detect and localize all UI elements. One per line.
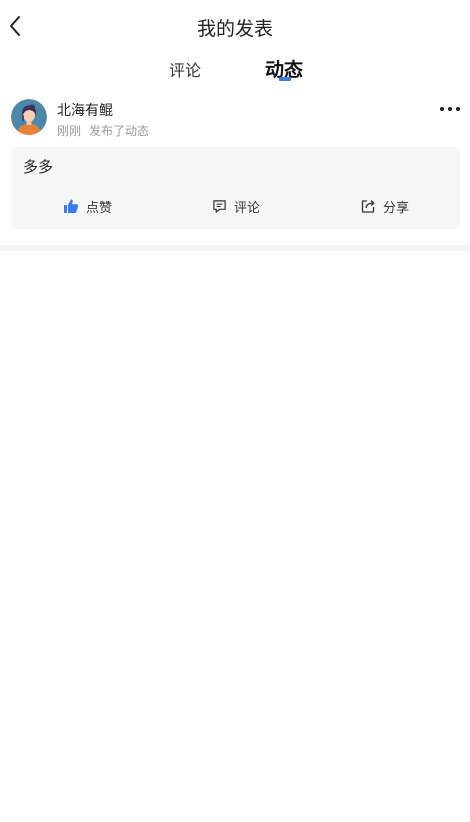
share-button[interactable]: 分享 (360, 197, 410, 216)
active-tab-indicator (279, 77, 291, 81)
comment-button[interactable]: 评论 (212, 197, 261, 216)
avatar[interactable] (11, 99, 47, 135)
username[interactable]: 北海有鲲 (57, 100, 113, 120)
post-action-text: 发布了动态 (89, 124, 150, 138)
like-button[interactable]: 点赞 (63, 197, 113, 216)
post-time: 刚刚 (57, 124, 82, 138)
post-content: 多多 (23, 158, 54, 176)
more-dot (456, 107, 460, 111)
thumbs-up-icon (64, 199, 79, 213)
header-bar: 我的发表 (0, 0, 470, 52)
post-card[interactable]: 多多 点赞 评论 分享 (11, 147, 460, 229)
share-icon (361, 200, 375, 213)
tab-bar: 评论 动态 (0, 52, 470, 86)
comment-icon (213, 199, 226, 213)
share-label: 分享 (383, 200, 410, 216)
more-button[interactable] (440, 102, 460, 116)
tab-comments[interactable]: 评论 (166, 57, 204, 81)
more-dot (440, 107, 444, 111)
like-label: 点赞 (86, 200, 113, 216)
page-title: 我的发表 (196, 18, 273, 40)
section-divider (0, 245, 470, 251)
comment-label: 评论 (234, 200, 261, 216)
avatar-image (11, 99, 47, 135)
post-meta: 刚刚 发布了动态 (57, 122, 149, 139)
more-dot (448, 107, 452, 111)
